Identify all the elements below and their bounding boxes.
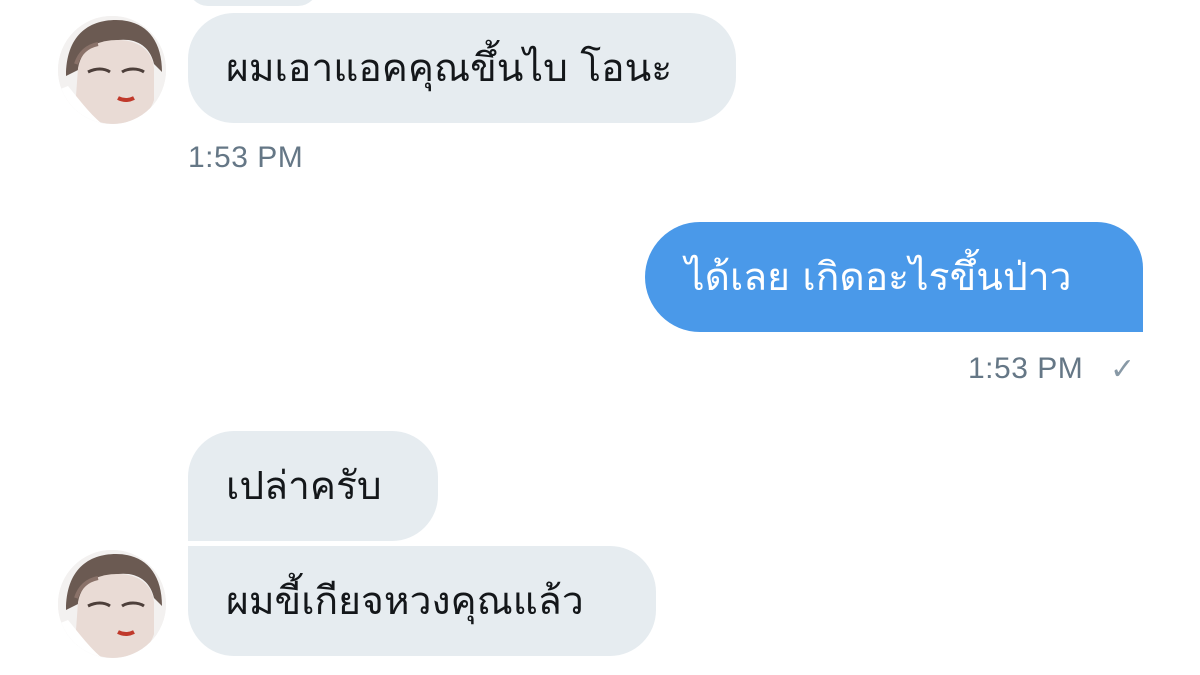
avatar-photo-icon: [58, 550, 166, 658]
sent-check-icon: ✓: [1110, 352, 1136, 387]
message-text: ได้เลย เกิดอะไรขึ้นป่าว: [685, 254, 1072, 300]
message-text: ผมขี้เกียจหวงคุณแล้ว: [226, 578, 584, 624]
message-timestamp: 1:53 PM: [188, 141, 304, 174]
incoming-message-bubble[interactable]: ผมขี้เกียจหวงคุณแล้ว: [188, 546, 656, 656]
sender-avatar[interactable]: [58, 550, 166, 658]
previous-message-bubble-edge: [188, 0, 318, 6]
avatar-photo-icon: [58, 16, 166, 124]
incoming-message-bubble[interactable]: เปล่าครับ: [188, 431, 438, 541]
sender-avatar[interactable]: [58, 16, 166, 124]
outgoing-message-bubble[interactable]: ได้เลย เกิดอะไรขึ้นป่าว: [645, 222, 1143, 332]
message-text: เปล่าครับ: [226, 463, 382, 509]
incoming-message-bubble[interactable]: ผมเอาแอคคุณขึ้นไบ โอนะ: [188, 13, 736, 123]
conversation-view: ผมเอาแอคคุณขึ้นไบ โอนะ 1:53 PM ได้เลย เก…: [0, 0, 1200, 675]
message-text: ผมเอาแอคคุณขึ้นไบ โอนะ: [226, 45, 673, 91]
message-timestamp: 1:53 PM: [968, 352, 1084, 385]
